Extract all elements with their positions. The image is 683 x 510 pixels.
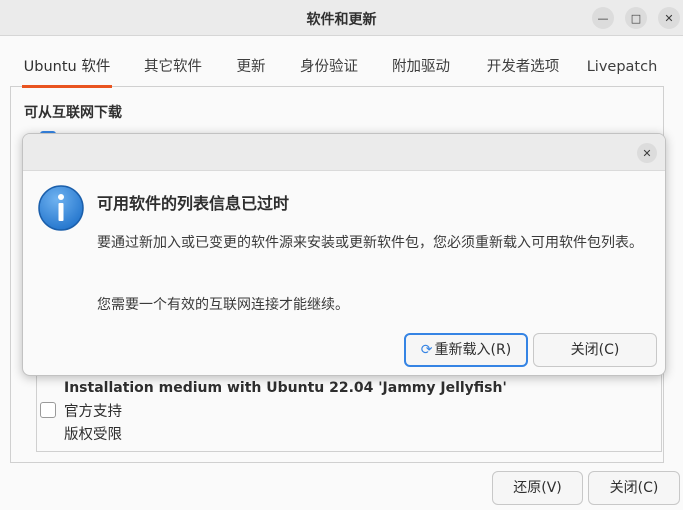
tab-ubuntu-software[interactable]: Ubuntu 软件 — [18, 47, 116, 88]
window-title: 软件和更新 — [306, 12, 377, 28]
reload-button-label: 重新载入(R) — [434, 342, 512, 358]
section-title: 可从互联网下载 — [24, 105, 122, 121]
dialog-heading: 可用软件的列表信息已过时 — [97, 194, 290, 213]
revert-button[interactable]: 还原(V) — [492, 471, 583, 505]
close-button[interactable]: 关闭(C) — [588, 471, 680, 505]
tab-other-software[interactable]: 其它软件 — [136, 47, 210, 87]
tab-authentication[interactable]: 身份验证 — [292, 47, 366, 87]
installation-media-title: Installation medium with Ubuntu 22.04 'J… — [64, 380, 507, 396]
reload-button[interactable]: ⟳ 重新载入(R) — [404, 333, 528, 367]
dialog-message: 要通过新加入或已变更的软件源来安装或更新软件包，您必须重新载入可用软件包列表。 — [97, 235, 643, 251]
tab-additional-drivers[interactable]: 附加驱动 — [384, 47, 458, 87]
close-icon: ✕ — [642, 146, 652, 160]
media-official-support-label: 官方支持 — [64, 404, 122, 420]
close-window-button[interactable]: ✕ — [658, 7, 680, 29]
reload-icon: ⟳ — [420, 342, 433, 358]
dialog-connection-note: 您需要一个有效的互联网连接才能继续。 — [97, 297, 349, 313]
media-checkbox[interactable] — [40, 402, 56, 418]
tab-updates[interactable]: 更新 — [230, 47, 272, 87]
dialog-close-button[interactable]: ✕ — [637, 143, 657, 163]
minimize-button[interactable]: — — [592, 7, 614, 29]
dialog-close-action-button[interactable]: 关闭(C) — [533, 333, 657, 367]
maximize-button[interactable]: □ — [625, 7, 647, 29]
tab-livepatch[interactable]: Livepatch — [584, 47, 660, 87]
maximize-icon: □ — [630, 11, 642, 25]
media-restricted-label: 版权受限 — [64, 427, 122, 443]
info-icon — [38, 185, 84, 231]
tab-bar: Ubuntu 软件 其它软件 更新 身份验证 附加驱动 开发者选项 Livepa… — [10, 47, 664, 88]
window-titlebar: 软件和更新 — □ ✕ — [0, 0, 683, 36]
tab-developer-options[interactable]: 开发者选项 — [478, 47, 568, 87]
minimize-icon: — — [597, 11, 609, 25]
dialog-titlebar — [23, 134, 665, 171]
close-icon: ✕ — [664, 11, 674, 25]
outdated-info-dialog: ✕ 可用软件的列表信息已过时 要通过新加入或已变更的软件源来安装或更新软件包，您… — [22, 133, 666, 376]
